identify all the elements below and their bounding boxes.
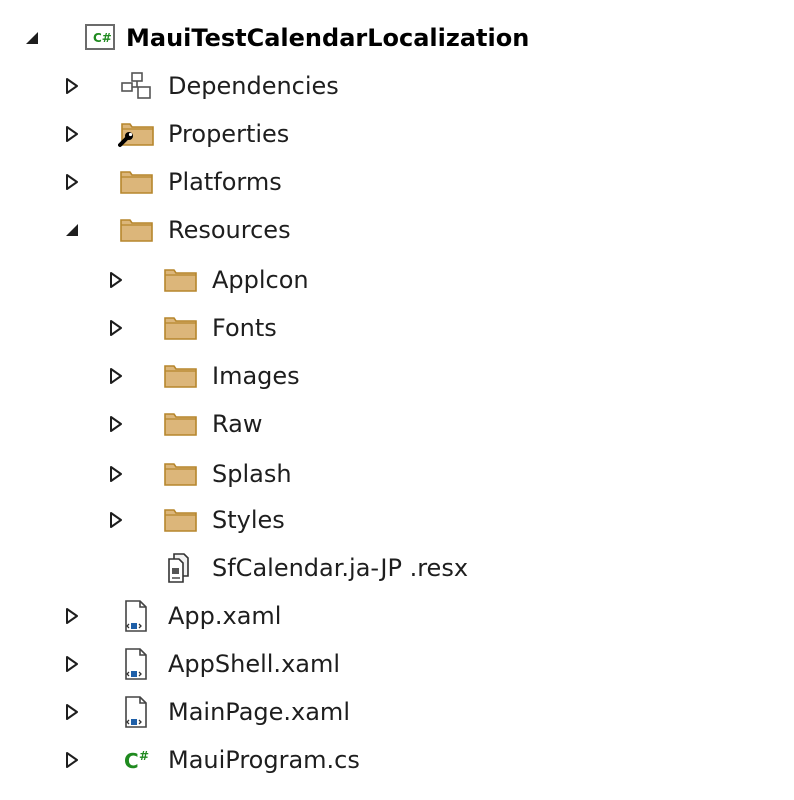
solution-explorer-tree: C# MauiTestCalendarLocalization Dependen… xyxy=(0,0,794,800)
folder-icon xyxy=(118,214,154,246)
expand-arrow-icon[interactable] xyxy=(60,72,84,100)
tree-item-label: App.xaml xyxy=(168,602,282,630)
tree-item-raw[interactable]: Raw xyxy=(0,400,794,448)
tree-item-applcon[interactable]: Applcon xyxy=(0,256,794,304)
svg-text:#: # xyxy=(139,749,149,763)
tree-item-dependencies[interactable]: Dependencies xyxy=(0,62,794,110)
tree-item-images[interactable]: Images xyxy=(0,352,794,400)
tree-item-label: Raw xyxy=(212,410,263,438)
expand-arrow-icon[interactable] xyxy=(60,168,84,196)
collapse-arrow-icon[interactable] xyxy=(60,216,84,244)
tree-item-app-xaml[interactable]: App.xaml xyxy=(0,592,794,640)
expand-arrow-icon[interactable] xyxy=(104,314,128,342)
folder-icon xyxy=(118,166,154,198)
expand-arrow-icon[interactable] xyxy=(104,362,128,390)
tree-item-platforms[interactable]: Platforms xyxy=(0,158,794,206)
tree-item-splash[interactable]: Splash xyxy=(0,450,794,498)
tree-item-label: Splash xyxy=(212,460,292,488)
tree-item-label: Properties xyxy=(168,120,290,148)
tree-item-label: Images xyxy=(212,362,300,390)
tree-item-fonts[interactable]: Fonts xyxy=(0,304,794,352)
expand-arrow-icon[interactable] xyxy=(104,460,128,488)
tree-item-mauiprogram-cs[interactable]: C # MauiProgram.cs xyxy=(0,736,794,784)
expand-arrow-icon[interactable] xyxy=(60,650,84,678)
tree-item-label: Dependencies xyxy=(168,72,339,100)
resx-file-icon xyxy=(162,552,198,584)
expand-arrow-icon[interactable] xyxy=(60,120,84,148)
folder-icon xyxy=(162,458,198,490)
tree-item-label: MauiTestCalendarLocalization xyxy=(126,24,530,52)
tree-item-resx-file[interactable]: SfCalendar.ja-JP .resx xyxy=(0,544,794,592)
xaml-file-icon xyxy=(118,648,154,680)
tree-item-label: Applcon xyxy=(212,266,309,294)
tree-item-project[interactable]: C# MauiTestCalendarLocalization xyxy=(0,14,794,62)
properties-folder-icon xyxy=(118,118,154,150)
tree-item-label: Platforms xyxy=(168,168,282,196)
csharp-project-icon: C# xyxy=(82,22,118,54)
folder-icon xyxy=(162,504,198,536)
folder-icon xyxy=(162,312,198,344)
svg-text:C#: C# xyxy=(93,31,112,45)
xaml-file-icon xyxy=(118,696,154,728)
collapse-arrow-icon[interactable] xyxy=(20,24,44,52)
expand-arrow-icon[interactable] xyxy=(104,266,128,294)
tree-item-label: Resources xyxy=(168,216,291,244)
folder-icon xyxy=(162,264,198,296)
tree-item-resources[interactable]: Resources xyxy=(0,206,794,254)
expand-arrow-icon[interactable] xyxy=(104,506,128,534)
svg-text:C: C xyxy=(124,749,139,773)
tree-item-label: MauiProgram.cs xyxy=(168,746,360,774)
tree-item-label: AppShell.xaml xyxy=(168,650,341,678)
expand-arrow-icon[interactable] xyxy=(60,698,84,726)
expand-arrow-icon[interactable] xyxy=(60,602,84,630)
tree-item-mainpage-xaml[interactable]: MainPage.xaml xyxy=(0,688,794,736)
expand-arrow-icon[interactable] xyxy=(60,746,84,774)
tree-item-appshell-xaml[interactable]: AppShell.xaml xyxy=(0,640,794,688)
folder-icon xyxy=(162,408,198,440)
tree-item-styles[interactable]: Styles xyxy=(0,496,794,544)
folder-icon xyxy=(162,360,198,392)
csharp-file-icon: C # xyxy=(118,744,154,776)
tree-item-properties[interactable]: Properties xyxy=(0,110,794,158)
xaml-file-icon xyxy=(118,600,154,632)
dependencies-icon xyxy=(118,70,154,102)
tree-item-label: Fonts xyxy=(212,314,277,342)
tree-item-label: MainPage.xaml xyxy=(168,698,350,726)
tree-item-label: Styles xyxy=(212,506,285,534)
expand-arrow-icon[interactable] xyxy=(104,410,128,438)
tree-item-label: SfCalendar.ja-JP .resx xyxy=(212,554,469,582)
